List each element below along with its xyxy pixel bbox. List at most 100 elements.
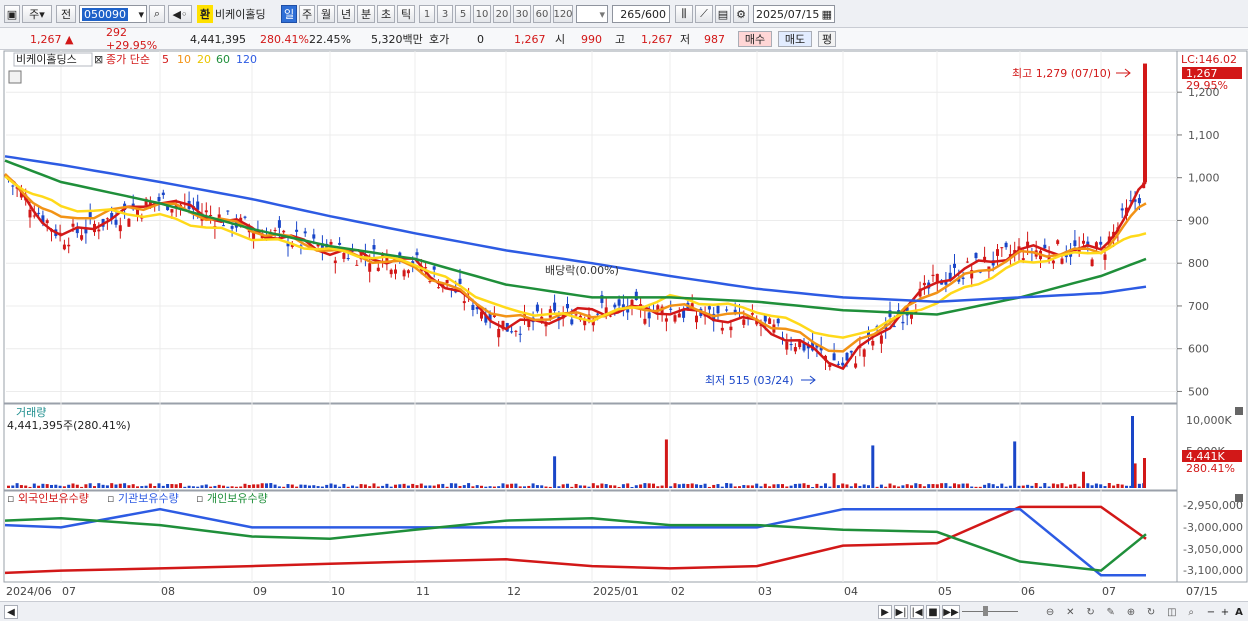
- volume-bar: [41, 483, 45, 488]
- candle-body: [566, 304, 569, 309]
- volume-bar: [273, 484, 277, 488]
- x-axis-label: 2025/01: [593, 585, 639, 598]
- volume-bar: [841, 483, 845, 488]
- volume-bar: [28, 486, 32, 488]
- fast-forward-icon[interactable]: ▶▶: [942, 605, 960, 619]
- zoom-in-icon[interactable]: ⊕: [1127, 607, 1135, 618]
- x-axis-label: 11: [416, 585, 430, 598]
- candle-body: [1060, 258, 1064, 264]
- interval-10[interactable]: 10: [473, 5, 491, 23]
- calendar-icon[interactable]: ▦: [822, 8, 832, 21]
- volume-bar: [71, 483, 75, 488]
- volume-bar: [557, 486, 561, 488]
- balance-button[interactable]: 평: [818, 31, 836, 47]
- period-second[interactable]: 초: [377, 5, 395, 23]
- chart-area[interactable]: 비케이홀딩스 ⊠ 종가 단순 5 10 20 60 120 LC:146.02 …: [0, 50, 1248, 601]
- font-size-icon[interactable]: A: [1232, 605, 1246, 619]
- search2-icon[interactable]: ⌕: [1188, 607, 1194, 618]
- period-minute[interactable]: 분: [357, 5, 375, 23]
- volume-bar: [510, 483, 514, 488]
- volume-bar: [376, 486, 380, 488]
- period-tick[interactable]: 틱: [397, 5, 415, 23]
- interval-1[interactable]: 1: [419, 5, 435, 23]
- zoom-out-icon[interactable]: ⊖: [1046, 607, 1054, 618]
- legend-close-icon[interactable]: ⊠: [94, 53, 103, 66]
- count-field[interactable]: 265/600: [612, 5, 670, 23]
- volume-bar: [428, 485, 432, 488]
- period-month[interactable]: 월: [317, 5, 335, 23]
- period-day[interactable]: 일: [281, 5, 297, 23]
- volume-bar: [80, 486, 84, 488]
- date-field[interactable]: 2025/07/15 ▦: [753, 5, 835, 23]
- interval-5[interactable]: 5: [455, 5, 471, 23]
- interval-120[interactable]: 120: [553, 5, 573, 23]
- candle-body: [11, 185, 15, 187]
- zoom-slider[interactable]: [962, 611, 1018, 612]
- scroll-end-icon[interactable]: ▶|: [894, 605, 908, 619]
- draw-icon[interactable]: ✎: [1107, 607, 1115, 618]
- volume-bar: [389, 486, 393, 488]
- candle-type-icon[interactable]: ⫼: [675, 5, 693, 23]
- volume-bar: [776, 484, 780, 488]
- volume-bar: [604, 484, 608, 488]
- chevron-down-icon[interactable]: ▾: [138, 8, 144, 21]
- refresh-icon[interactable]: ↻: [1086, 607, 1094, 618]
- volume-bar: [415, 485, 419, 488]
- sell-button[interactable]: 매도: [778, 31, 812, 47]
- refresh2-icon[interactable]: ↻: [1147, 607, 1155, 618]
- period-week[interactable]: 주: [299, 5, 315, 23]
- volume-bar: [832, 473, 836, 488]
- volume-bar: [862, 484, 866, 488]
- interval-3[interactable]: 3: [437, 5, 453, 23]
- sound-icon[interactable]: ◀◦: [168, 5, 192, 23]
- volume-bar: [1120, 484, 1124, 488]
- line-tool-icon[interactable]: ⟋: [695, 5, 713, 23]
- interval-20[interactable]: 20: [493, 5, 511, 23]
- search-icon[interactable]: ⌕: [149, 5, 165, 23]
- holding-panel-close-icon[interactable]: [1235, 494, 1243, 502]
- candle-body: [613, 304, 617, 308]
- candle-body: [295, 229, 299, 232]
- zoom-slider-handle[interactable]: [983, 606, 988, 616]
- volume-bar: [105, 485, 109, 488]
- window-icon[interactable]: ▣: [4, 5, 20, 23]
- volume-panel-close-icon[interactable]: [1235, 407, 1243, 415]
- scroll-right-icon[interactable]: ▶: [878, 605, 892, 619]
- buy-button[interactable]: 매수: [738, 31, 772, 47]
- ask-price: 1,267: [514, 32, 546, 46]
- volume-bar: [578, 485, 582, 488]
- volume-bar: [789, 485, 793, 488]
- volume-bar: [62, 486, 66, 488]
- candle-body: [535, 304, 539, 312]
- volume-panel-frame: [3, 403, 1178, 491]
- interval-60[interactable]: 60: [533, 5, 551, 23]
- minus-icon[interactable]: −: [1204, 605, 1218, 619]
- x-axis-label: 09: [253, 585, 267, 598]
- lock-icon[interactable]: ◫: [1167, 607, 1176, 618]
- bottom-scrollbar[interactable]: ◀ ▶ ▶| |◀ ■ ▶▶ ⊖ ✕ ↻ ✎ ⊕ ↻ ◫ ⌕ − + A: [0, 601, 1248, 621]
- crosshair-icon[interactable]: ✕: [1066, 607, 1074, 618]
- volume-bar: [746, 485, 750, 488]
- interval-custom-select[interactable]: ▾: [576, 5, 608, 23]
- low-label: 저: [680, 33, 691, 46]
- save-icon[interactable]: ▤: [715, 5, 731, 23]
- market-select[interactable]: 주 ▾: [22, 5, 52, 23]
- volume-bar: [1047, 486, 1051, 488]
- candle-body: [677, 313, 681, 318]
- volume-bar: [690, 483, 694, 488]
- volume-bar: [1125, 485, 1128, 488]
- period-year[interactable]: 년: [337, 5, 355, 23]
- gear-icon[interactable]: ⚙: [733, 5, 749, 23]
- scroll-left-icon[interactable]: ◀: [4, 605, 18, 619]
- candle-body: [432, 266, 436, 270]
- scroll-start-icon[interactable]: |◀: [910, 605, 924, 619]
- stock-code-input[interactable]: 050090 ▾: [79, 5, 147, 23]
- stop-icon[interactable]: ■: [926, 605, 940, 619]
- volume-bar: [647, 483, 651, 488]
- low-price: 987: [704, 32, 725, 46]
- interval-30[interactable]: 30: [513, 5, 531, 23]
- prefix-button[interactable]: 전: [56, 5, 76, 23]
- calculator-icon[interactable]: [8, 70, 22, 84]
- volume-bar: [320, 486, 324, 488]
- plus-icon[interactable]: +: [1218, 605, 1232, 619]
